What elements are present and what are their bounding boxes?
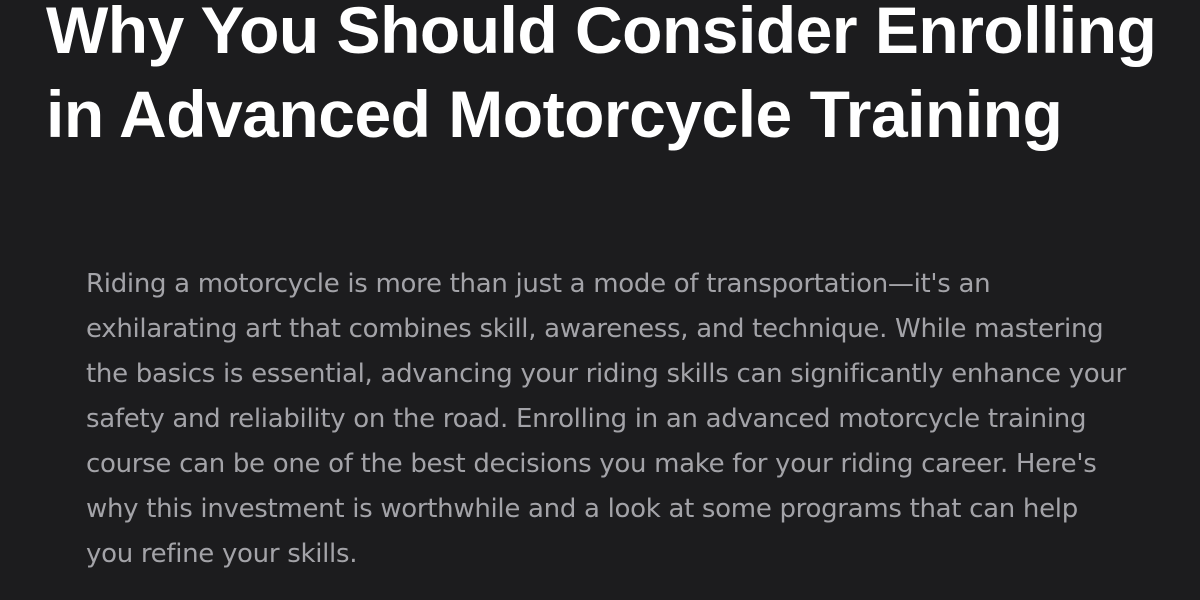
article-page: Why You Should Consider Enrolling in Adv… bbox=[0, 0, 1200, 600]
article-title: Why You Should Consider Enrolling in Adv… bbox=[46, 0, 1157, 151]
intro-paragraph: Riding a motorcycle is more than just a … bbox=[86, 269, 1126, 569]
